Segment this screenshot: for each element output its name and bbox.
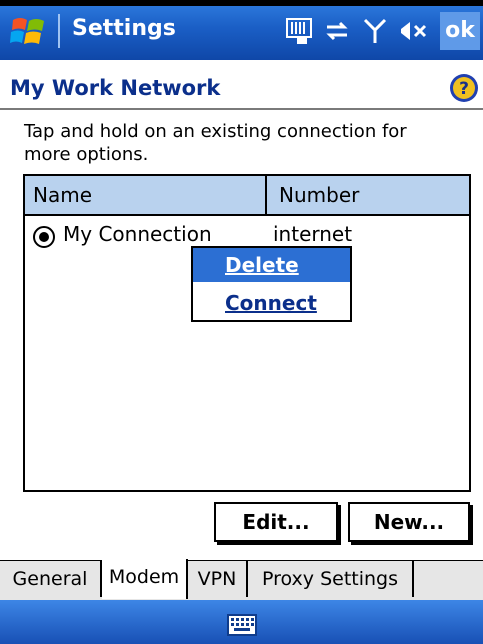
- svg-text:?: ?: [459, 79, 469, 99]
- instructions-text: Tap and hold on an existing connection f…: [24, 121, 407, 165]
- tab-general[interactable]: General: [0, 561, 102, 597]
- column-divider[interactable]: [265, 176, 267, 214]
- connectivity-icon[interactable]: [322, 16, 352, 46]
- tab-modem[interactable]: Modem: [102, 559, 188, 599]
- menu-item-delete[interactable]: Delete: [193, 248, 350, 282]
- tab-vpn[interactable]: VPN: [188, 561, 248, 597]
- list-header: Name Number: [25, 176, 469, 216]
- page-title: My Work Network: [10, 76, 221, 100]
- signal-sim-icon[interactable]: [284, 16, 314, 46]
- menu-item-connect-label: Connect: [225, 291, 317, 315]
- header-divider: [0, 108, 483, 110]
- title-separator: [58, 14, 60, 48]
- column-header-name[interactable]: Name: [25, 176, 265, 214]
- connections-list[interactable]: Name Number My Connection internet: [23, 174, 471, 492]
- windows-start-icon[interactable]: [10, 14, 48, 50]
- edit-button[interactable]: Edit...: [214, 502, 338, 542]
- ok-button[interactable]: ok: [440, 12, 480, 50]
- connection-number: internet: [273, 222, 353, 246]
- mute-icon[interactable]: [398, 16, 428, 46]
- menu-item-delete-label: Delete: [225, 253, 299, 277]
- tab-proxy-settings[interactable]: Proxy Settings: [248, 561, 414, 597]
- keyboard-icon[interactable]: [227, 614, 257, 636]
- default-connection-radio[interactable]: [33, 226, 55, 248]
- column-header-number[interactable]: Number: [271, 176, 469, 214]
- tab-bar: General Modem VPN Proxy Settings: [0, 559, 483, 601]
- context-menu: Delete Connect: [191, 246, 352, 322]
- new-button[interactable]: New...: [348, 502, 470, 542]
- window-title: Settings: [72, 16, 176, 41]
- antenna-icon[interactable]: [360, 16, 390, 46]
- menu-item-connect[interactable]: Connect: [193, 286, 350, 320]
- help-icon[interactable]: ?: [449, 73, 479, 103]
- connection-name: My Connection: [63, 222, 212, 246]
- top-border: [0, 0, 483, 6]
